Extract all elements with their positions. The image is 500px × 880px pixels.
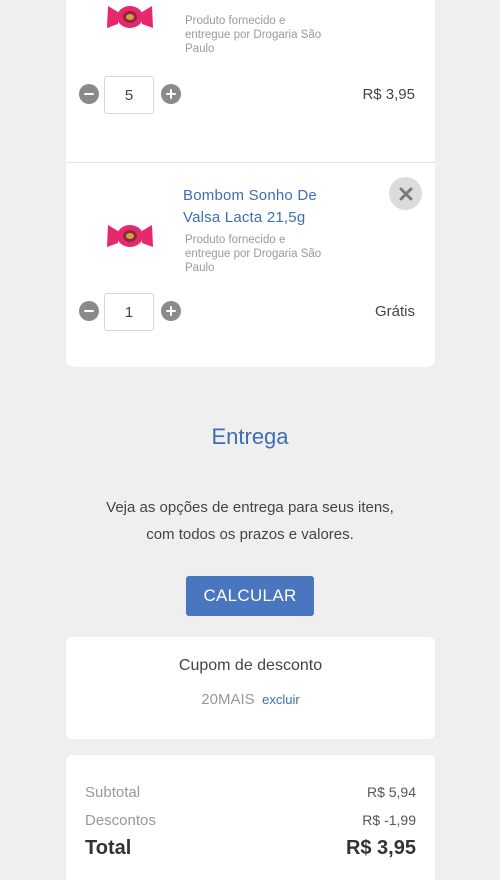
item-seller: Produto fornecido e entregue por Drogari… bbox=[185, 15, 322, 55]
coupon-row: 20MAIS excluir bbox=[66, 691, 435, 709]
decrease-quantity-button[interactable] bbox=[79, 301, 99, 321]
item-price: R$ 3,95 bbox=[362, 86, 415, 103]
total-value: R$ 3,95 bbox=[345, 837, 416, 859]
product-name-link[interactable]: Bombom Sonho De Valsa Lacta 21,5g bbox=[183, 185, 343, 229]
minus-icon bbox=[84, 309, 94, 313]
increase-quantity-button[interactable] bbox=[161, 301, 181, 321]
subtotal-row: Subtotal R$ 5,94 bbox=[85, 784, 416, 801]
product-image-bombom[interactable] bbox=[104, 219, 156, 253]
item-divider bbox=[66, 162, 435, 163]
discount-row: Descontos R$ -1,99 bbox=[85, 812, 416, 829]
delivery-title: Entrega bbox=[211, 424, 289, 449]
remove-coupon-link[interactable]: excluir bbox=[262, 692, 300, 707]
quantity-input[interactable] bbox=[104, 293, 154, 331]
cart-items-card: Produto fornecido e entregue por Drogari… bbox=[66, 0, 435, 367]
coupon-card: Cupom de desconto 20MAIS excluir bbox=[66, 637, 435, 739]
delivery-description-line: Veja as opções de entrega para seus iten… bbox=[106, 499, 394, 516]
delivery-description-line: com todos os prazos e valores. bbox=[146, 526, 354, 543]
item-seller: Produto fornecido e entregue por Drogari… bbox=[185, 234, 322, 274]
coupon-code: 20MAIS bbox=[201, 691, 255, 708]
remove-item-button[interactable] bbox=[389, 177, 422, 210]
close-icon bbox=[399, 187, 412, 200]
item-price: Grátis bbox=[374, 303, 415, 320]
total-label: Total bbox=[85, 837, 132, 859]
decrease-quantity-button[interactable] bbox=[79, 84, 99, 104]
calculate-shipping-button[interactable]: CALCULAR bbox=[186, 576, 314, 616]
total-row: Total R$ 3,95 bbox=[85, 837, 416, 860]
quantity-input[interactable] bbox=[104, 76, 154, 114]
increase-quantity-button[interactable] bbox=[161, 84, 181, 104]
delivery-description: Veja as opções de entrega para seus iten… bbox=[0, 494, 500, 548]
discount-label: Descontos bbox=[85, 812, 156, 829]
product-image-bombom[interactable] bbox=[104, 0, 156, 34]
discount-value: R$ -1,99 bbox=[362, 812, 416, 828]
subtotal-value: R$ 5,94 bbox=[366, 784, 416, 800]
subtotal-label: Subtotal bbox=[85, 784, 141, 801]
minus-icon bbox=[84, 92, 94, 96]
order-summary-card: Subtotal R$ 5,94 Descontos R$ -1,99 Tota… bbox=[66, 755, 435, 880]
coupon-title: Cupom de desconto bbox=[178, 657, 323, 674]
